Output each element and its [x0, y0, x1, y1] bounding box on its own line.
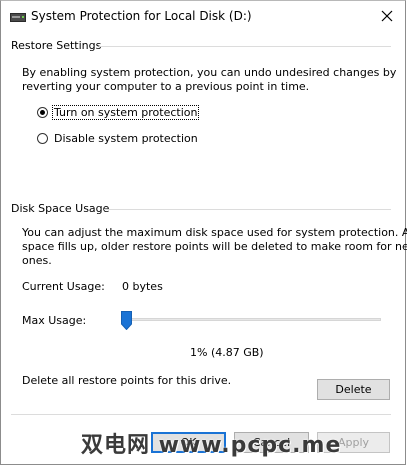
- radio-label[interactable]: Turn on system protection: [52, 105, 200, 120]
- radio-button[interactable]: [37, 133, 48, 144]
- max-usage-label: Max Usage:: [22, 314, 87, 327]
- close-icon[interactable]: [375, 4, 399, 28]
- max-usage-slider-thumb[interactable]: [121, 311, 132, 330]
- disk-space-usage-label: Disk Space Usage: [11, 202, 110, 215]
- disk-description-line2: space fills up, older restore points wil…: [22, 240, 407, 253]
- drive-icon: [10, 13, 26, 22]
- disk-description-line3: ones.: [22, 254, 52, 267]
- system-protection-dialog: System Protection for Local Disk (D:) Re…: [0, 0, 407, 465]
- radio-disable-protection[interactable]: Disable system protection: [37, 131, 200, 146]
- current-usage-value: 0 bytes: [122, 280, 163, 293]
- max-usage-value: 1% (4.87 GB): [190, 346, 264, 359]
- delete-restore-points-text: Delete all restore points for this drive…: [22, 374, 232, 387]
- window-title: System Protection for Local Disk (D:): [31, 9, 252, 23]
- max-usage-slider-track[interactable]: [122, 318, 381, 321]
- title-bar[interactable]: System Protection for Local Disk (D:): [1, 1, 405, 32]
- restore-description-line1: By enabling system protection, you can u…: [22, 66, 397, 79]
- delete-button[interactable]: Delete: [317, 379, 390, 400]
- radio-label[interactable]: Disable system protection: [52, 131, 200, 146]
- footer-divider: [11, 414, 391, 415]
- restore-settings-divider: [99, 46, 391, 47]
- disk-space-divider: [104, 209, 391, 210]
- restore-settings-label: Restore Settings: [11, 39, 102, 52]
- radio-turn-on-protection[interactable]: Turn on system protection: [37, 105, 200, 120]
- current-usage-label: Current Usage:: [22, 280, 105, 293]
- watermark-text: 双电网 www.pcpc.me: [81, 433, 342, 458]
- restore-description-line2: reverting your computer to a previous po…: [22, 80, 310, 93]
- disk-description-line1: You can adjust the maximum disk space us…: [22, 226, 407, 239]
- radio-button[interactable]: [37, 107, 48, 118]
